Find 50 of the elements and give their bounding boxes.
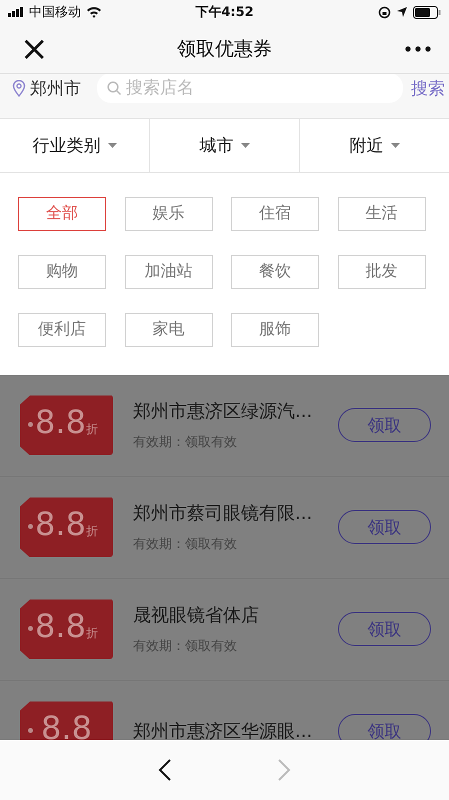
location-pin-icon [12,80,26,97]
filter-dropdown[interactable]: 城市 [150,119,300,172]
claim-button[interactable]: 领取 [338,408,431,442]
carrier-name: 中国移动 [29,4,81,22]
location-arrow-icon [396,6,408,18]
search-field[interactable]: 搜索店名 [97,74,403,104]
back-icon[interactable] [158,758,172,782]
category-chip[interactable]: 购物 [18,254,106,289]
discount-unit: 折 [86,421,98,438]
discount-unit: 折 [86,625,98,642]
signal-icon [8,7,24,18]
category-chip[interactable]: 娱乐 [124,196,212,231]
store-name: 郑州市蔡司眼镜有限... [133,502,314,526]
store-name: 晟视眼镜省体店 [133,604,260,628]
category-chip[interactable]: 便利店 [18,312,106,347]
store-name: 郑州市惠济区绿源汽... [133,400,314,424]
category-chip[interactable]: 住宿 [231,196,319,231]
discount-value: 8.8 [35,403,86,442]
discount-value: 8.8 [35,505,86,544]
wifi-icon [86,6,102,18]
discount-value: 8.8 [35,607,86,646]
caret-icon [108,143,116,148]
category-chip[interactable]: 餐饮 [231,254,319,289]
caret-icon [390,143,400,148]
claim-button[interactable]: 领取 [338,510,431,544]
city-label[interactable]: 郑州市 [30,76,81,100]
more-icon[interactable] [405,46,431,52]
category-chip[interactable]: 全部 [18,196,106,231]
claim-button[interactable]: 领取 [338,612,431,646]
category-chip[interactable]: 批发 [338,254,426,289]
caret-icon [240,143,250,148]
filter-dropdown[interactable]: 行业类别 [0,119,150,172]
validity-text: 有效期：领取有效 [133,638,238,656]
search-button[interactable]: 搜索 [407,76,449,100]
battery-icon [413,6,441,19]
category-chip[interactable]: 生活 [338,196,426,231]
category-chip[interactable]: 加油站 [124,254,212,289]
filter-dropdown[interactable]: 附近 [300,119,449,172]
status-time: 下午4:52 [195,4,254,22]
close-button[interactable]: × [14,32,54,66]
validity-text: 有效期：领取有效 [133,536,238,554]
category-chip[interactable]: 家电 [124,312,212,347]
validity-text: 有效期：领取有效 [133,434,238,452]
rotation-lock-icon [378,6,391,19]
store-name: 郑州市惠济区华源眼... [133,720,314,740]
discount-unit: 折 [86,523,98,540]
discount-value: 8.8 [41,709,92,740]
search-icon [107,81,122,96]
page-title: 领取优惠券 [177,37,272,62]
category-chip[interactable]: 服饰 [231,312,319,347]
